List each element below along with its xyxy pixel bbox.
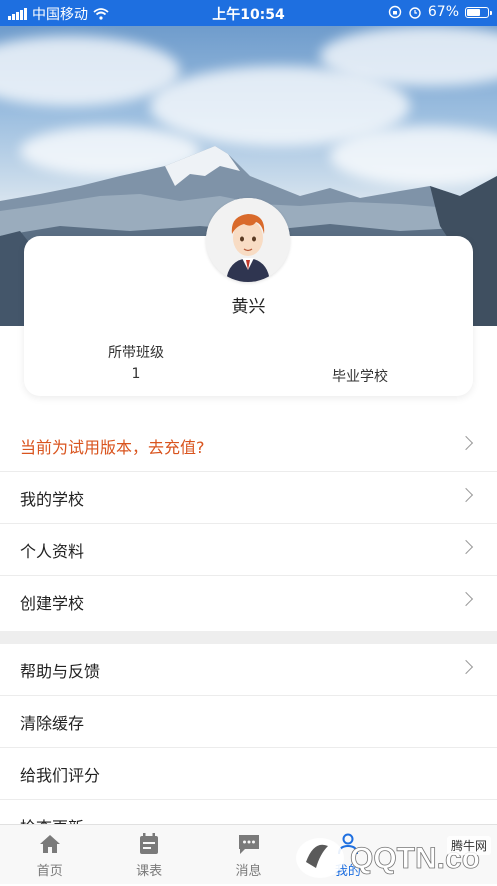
calendar-icon bbox=[140, 833, 159, 854]
tab-messages[interactable]: 消息 bbox=[199, 825, 298, 884]
status-right: 67% bbox=[388, 4, 492, 20]
status-bar: 中国移动 上午10:54 67% bbox=[0, 0, 497, 26]
menu-item-clear-cache[interactable]: 清除缓存 bbox=[0, 696, 497, 748]
chevron-right-icon bbox=[458, 435, 474, 451]
battery-icon bbox=[465, 6, 492, 18]
menu-item-create-school[interactable]: 创建学校 bbox=[0, 576, 497, 628]
tab-label: 消息 bbox=[235, 864, 262, 879]
tab-label: 课表 bbox=[136, 864, 163, 879]
section-divider bbox=[0, 631, 497, 644]
menu-item-rate-us[interactable]: 给我们评分 bbox=[0, 748, 497, 800]
battery-percent: 67% bbox=[427, 4, 459, 20]
avatar[interactable] bbox=[206, 198, 290, 282]
menu-item-my-school[interactable]: 我的学校 bbox=[0, 472, 497, 524]
menu-item-label: 当前为试用版本，去充值? bbox=[20, 437, 205, 457]
chevron-right-icon bbox=[458, 591, 474, 607]
menu-group-1: 当前为试用版本，去充值? 我的学校 个人资料 创建学校 bbox=[0, 420, 497, 628]
avatar-image bbox=[206, 198, 290, 282]
chevron-right-icon bbox=[458, 659, 474, 675]
chevron-right-icon bbox=[458, 487, 474, 503]
menu-item-label: 个人资料 bbox=[20, 541, 85, 561]
menu-item-label: 我的学校 bbox=[20, 489, 85, 509]
alarm-icon bbox=[409, 7, 421, 19]
message-icon bbox=[238, 835, 259, 854]
menu-item-label: 创建学校 bbox=[20, 594, 85, 613]
watermark-site: 腾牛网 bbox=[446, 836, 491, 855]
rotation-lock-icon bbox=[388, 5, 402, 19]
tab-home[interactable]: 首页 bbox=[0, 825, 99, 884]
menu-item-label: 给我们评分 bbox=[20, 765, 101, 785]
menu-group-2: 帮助与反馈 清除缓存 给我们评分 检查更新 bbox=[0, 644, 497, 852]
chevron-right-icon bbox=[458, 539, 474, 555]
home-icon bbox=[39, 835, 60, 853]
class-label: 所带班级 bbox=[108, 345, 164, 361]
menu-item-label: 帮助与反馈 bbox=[20, 661, 101, 681]
menu-item-label: 清除缓存 bbox=[20, 713, 85, 733]
user-name: 黄兴 bbox=[231, 297, 266, 317]
tab-label: 首页 bbox=[36, 864, 63, 879]
menu-item-recharge[interactable]: 当前为试用版本，去充值? bbox=[0, 420, 497, 472]
class-value: 1 bbox=[131, 366, 141, 382]
menu-item-profile[interactable]: 个人资料 bbox=[0, 524, 497, 576]
tab-schedule[interactable]: 课表 bbox=[99, 825, 198, 884]
school-label: 毕业学校 bbox=[332, 369, 388, 385]
menu-item-help-feedback[interactable]: 帮助与反馈 bbox=[0, 644, 497, 696]
